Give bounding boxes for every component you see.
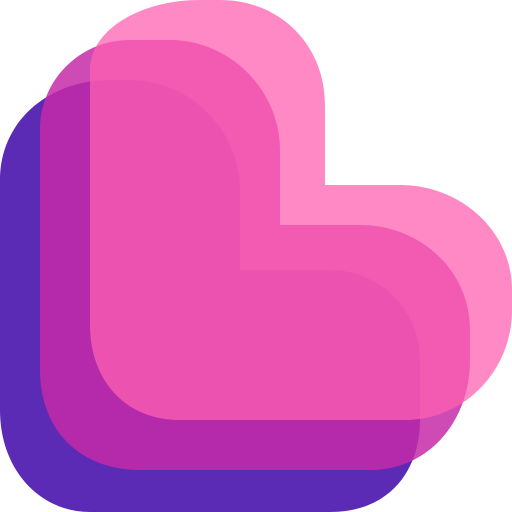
- logo-stage: [0, 0, 512, 512]
- logo-front-layer: [90, 0, 512, 420]
- layered-logo-graphic: [0, 0, 512, 512]
